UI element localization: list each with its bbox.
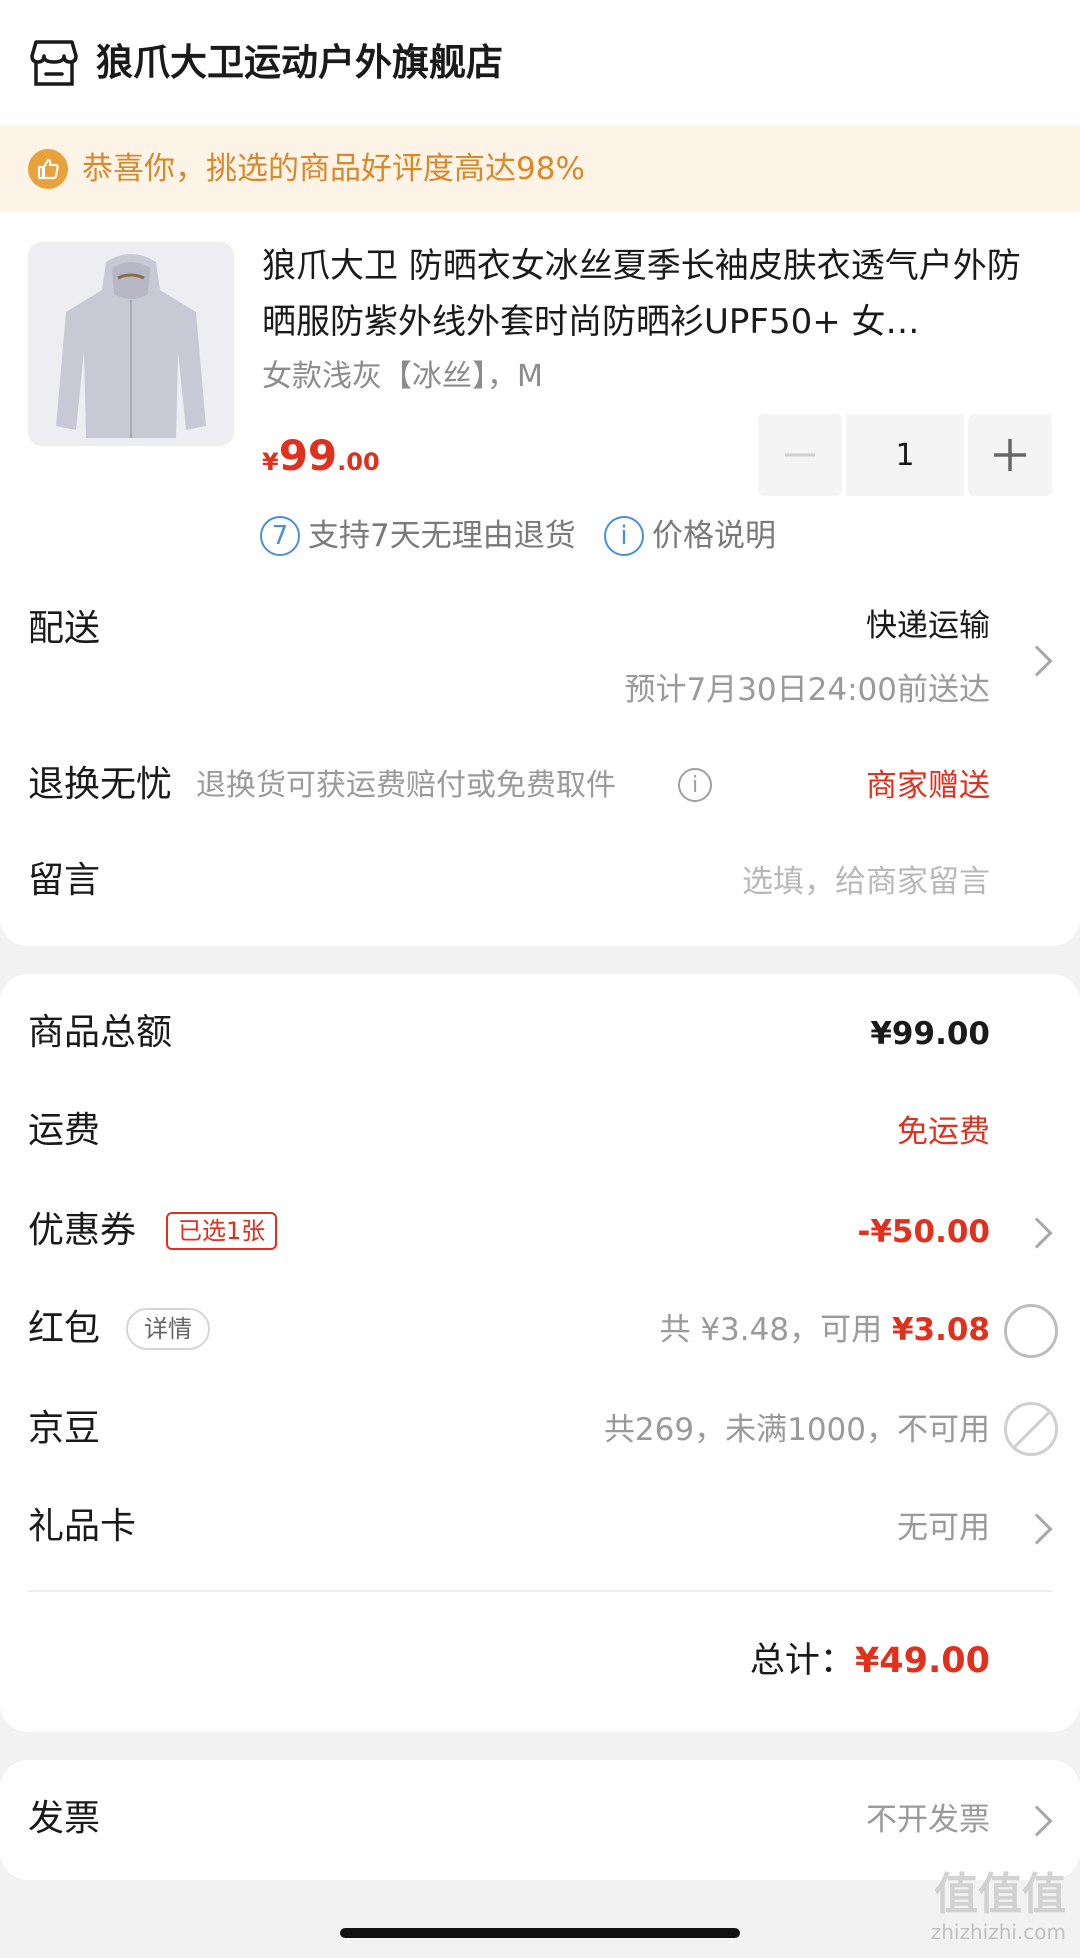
price-summary-card (0, 974, 1080, 1732)
returns-desc: 退换货可获运费赔付或免费取件 (196, 768, 616, 803)
thumbs-up-icon (28, 149, 68, 189)
order-total-label: 总计： (749, 1641, 855, 1681)
coupon-selected-tag-text: 已选1张 (166, 1212, 278, 1250)
delivery-chevron-icon[interactable] (1021, 645, 1053, 677)
store-name[interactable]: 狼爪大卫运动户外旗舰店 (96, 38, 503, 88)
shipping-label: 运费 (28, 1110, 101, 1151)
order-total: 总计：¥49.00 (750, 1636, 990, 1686)
message-label: 留言 (28, 860, 101, 901)
giftcard-label: 礼品卡 (28, 1506, 137, 1547)
returns-value: 商家赠送 (866, 768, 990, 804)
product-price: ¥99.00 (262, 428, 380, 493)
jingdou-disabled-icon (1004, 1402, 1058, 1456)
giftcard-value[interactable]: 无可用 (897, 1506, 990, 1550)
plus-icon (994, 439, 1026, 471)
order-store-card: 狼爪大卫运动户外旗舰店 恭喜你，挑选的商品好评度高达98% 狼爪大卫 防晒衣女冰… (0, 0, 1080, 946)
rating-banner-text: 恭喜你，挑选的商品好评度高达98% (82, 151, 585, 187)
returns-label: 退换无忧 (28, 764, 173, 805)
redpacket-total: 共 ¥3.48，可用 (659, 1312, 892, 1348)
coupon-selected-tag[interactable]: 已选1张 (166, 1212, 278, 1250)
price-decimal: .00 (337, 448, 380, 476)
price-currency: ¥ (262, 448, 279, 476)
jingdou-value: 共269，未满1000，不可用 (603, 1412, 990, 1448)
goods-total-value: ¥99.00 (870, 1016, 990, 1052)
invoice-value[interactable]: 不开发票 (866, 1798, 990, 1842)
redpacket-value: 共 ¥3.48，可用 ¥3.08 (659, 1308, 990, 1352)
watermark-url: zhizhizhi.com (930, 1920, 1066, 1944)
price-explanation-link[interactable]: i 价格说明 (604, 516, 776, 556)
info-icon: i (604, 516, 644, 556)
return-policy-text: 支持7天无理由退货 (308, 518, 576, 554)
redpacket-radio[interactable] (1004, 1304, 1058, 1358)
jingdou-label: 京豆 (28, 1408, 101, 1449)
redpacket-label: 红包 (28, 1308, 101, 1349)
delivery-method[interactable]: 快递运输 (866, 604, 990, 648)
shipping-value: 免运费 (897, 1114, 990, 1150)
goods-total-label: 商品总额 (28, 1012, 173, 1053)
message-input[interactable]: 选填，给商家留言 (742, 860, 990, 904)
quantity-value[interactable]: 1 (846, 414, 964, 496)
return-policy[interactable]: 7 支持7天无理由退货 (260, 516, 576, 556)
summary-divider (28, 1590, 1052, 1592)
seven-day-return-icon: 7 (260, 516, 300, 556)
decrease-quantity-button[interactable] (758, 414, 842, 496)
increase-quantity-button[interactable] (968, 414, 1052, 496)
coupon-value[interactable]: -¥50.00 (858, 1210, 991, 1254)
redpacket-detail-tag[interactable]: 详情 (126, 1308, 210, 1350)
product-title[interactable]: 狼爪大卫 防晒衣女冰丝夏季长袖皮肤衣透气户外防晒服防紫外线外套时尚防晒衫UPF5… (262, 238, 1052, 350)
price-integer: 99 (278, 431, 338, 480)
product-thumbnail[interactable] (28, 242, 234, 446)
coupon-label: 优惠券 (28, 1210, 137, 1251)
quantity-stepper: 1 (758, 414, 1052, 496)
rating-banner: 恭喜你，挑选的商品好评度高达98% (0, 126, 1080, 212)
invoice-label: 发票 (28, 1798, 101, 1839)
store-icon (30, 38, 78, 88)
product-variant[interactable]: 女款浅灰【冰丝】，M (262, 352, 543, 402)
minus-icon (785, 453, 815, 457)
order-total-value: ¥49.00 (854, 1641, 990, 1681)
delivery-eta: 预计7月30日24:00前送达 (624, 672, 990, 708)
home-indicator[interactable] (340, 1928, 740, 1938)
price-explanation-text: 价格说明 (652, 518, 776, 554)
redpacket-available: ¥3.08 (891, 1312, 990, 1348)
watermark: 值值值 zhizhizhi.com (930, 1869, 1066, 1945)
watermark-logo: 值值值 (934, 1869, 1066, 1920)
redpacket-detail-text: 详情 (126, 1308, 210, 1350)
delivery-label: 配送 (28, 608, 101, 649)
returns-info-icon[interactable]: i (678, 768, 712, 802)
